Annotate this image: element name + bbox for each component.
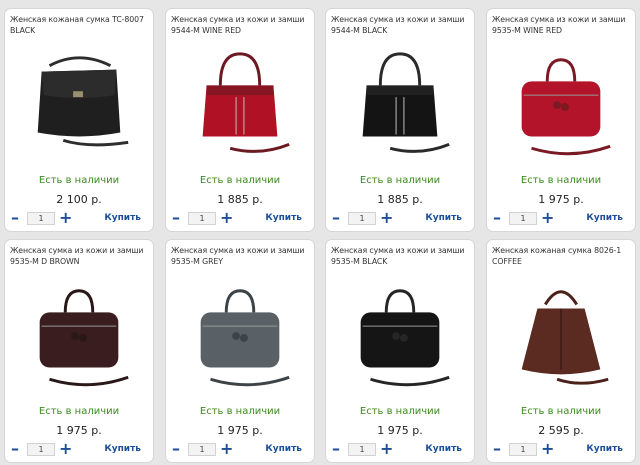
product-title[interactable]: Женская кожаная сумка 8026-1 COFFEE	[492, 245, 634, 267]
product-price: 1 975 р.	[377, 424, 423, 437]
availability-status: Есть в наличии	[38, 175, 120, 186]
product-image[interactable]	[174, 43, 306, 167]
product-title[interactable]: Женская сумка из кожи и замши 9535-M GRE…	[171, 245, 313, 267]
product-title[interactable]: Женская сумка из кожи и замши 9544-M WIN…	[171, 14, 313, 36]
product-price: 2 100 р.	[56, 193, 102, 206]
product-card: Женская сумка из кожи и замши 9535-M BLA…	[325, 239, 475, 463]
quantity-input[interactable]: 1	[348, 443, 376, 456]
quantity-increase-button[interactable]: +	[59, 210, 72, 226]
availability-status: Есть в наличии	[359, 175, 441, 186]
product-card: Женская кожаная сумка TC-8007 BLACK Есть…	[4, 8, 154, 232]
buy-button[interactable]: Купить	[265, 444, 302, 454]
buy-button[interactable]: Купить	[425, 444, 462, 454]
product-title[interactable]: Женская сумка из кожи и замши 9544-M BLA…	[331, 14, 473, 36]
quantity-increase-button[interactable]: +	[380, 210, 393, 226]
quantity-input[interactable]: 1	[188, 443, 216, 456]
product-image[interactable]	[495, 43, 627, 167]
product-card: Женская сумка из кожи и замши 9535-M GRE…	[165, 239, 315, 463]
buy-button[interactable]: Купить	[425, 213, 462, 223]
box-bag-icon	[502, 46, 620, 164]
quantity-input[interactable]: 1	[27, 443, 55, 456]
quantity-input[interactable]: 1	[348, 212, 376, 225]
availability-status: Есть в наличии	[520, 175, 602, 186]
buy-button[interactable]: Купить	[586, 444, 623, 454]
box-bag-icon	[181, 277, 299, 395]
quantity-decrease-button[interactable]: –	[330, 441, 342, 457]
quantity-increase-button[interactable]: +	[220, 441, 233, 457]
availability-status: Есть в наличии	[199, 406, 281, 417]
product-price: 1 975 р.	[56, 424, 102, 437]
product-title[interactable]: Женская сумка из кожи и замши 9535-M BLA…	[331, 245, 473, 267]
product-title[interactable]: Женская сумка из кожи и замши 9535-M D B…	[10, 245, 152, 267]
product-price: 1 975 р.	[538, 193, 584, 206]
quantity-increase-button[interactable]: +	[541, 210, 554, 226]
quantity-input[interactable]: 1	[509, 443, 537, 456]
product-price: 1 885 р.	[377, 193, 423, 206]
crossbody-bag-icon	[20, 46, 138, 164]
product-title[interactable]: Женская кожаная сумка TC-8007 BLACK	[10, 14, 152, 36]
product-card: Женская сумка из кожи и замши 9535-M WIN…	[486, 8, 636, 232]
product-card: Женская сумка из кожи и замши 9535-M D B…	[4, 239, 154, 463]
product-card: Женская кожаная сумка 8026-1 COFFEE Есть…	[486, 239, 636, 463]
handbag-icon	[341, 46, 459, 164]
hobo-bag-icon	[502, 277, 620, 395]
quantity-input[interactable]: 1	[509, 212, 537, 225]
product-price: 2 595 р.	[538, 424, 584, 437]
handbag-icon	[181, 46, 299, 164]
quantity-decrease-button[interactable]: –	[170, 210, 182, 226]
product-image[interactable]	[13, 274, 145, 398]
product-image[interactable]	[174, 274, 306, 398]
product-title[interactable]: Женская сумка из кожи и замши 9535-M WIN…	[492, 14, 634, 36]
product-image[interactable]	[495, 274, 627, 398]
product-price: 1 975 р.	[217, 424, 263, 437]
quantity-decrease-button[interactable]: –	[170, 441, 182, 457]
quantity-increase-button[interactable]: +	[380, 441, 393, 457]
buy-button[interactable]: Купить	[104, 213, 141, 223]
availability-status: Есть в наличии	[199, 175, 281, 186]
quantity-input[interactable]: 1	[27, 212, 55, 225]
buy-button[interactable]: Купить	[265, 213, 302, 223]
quantity-decrease-button[interactable]: –	[491, 210, 503, 226]
product-card: Женская сумка из кожи и замши 9544-M WIN…	[165, 8, 315, 232]
product-image[interactable]	[334, 274, 466, 398]
quantity-decrease-button[interactable]: –	[491, 441, 503, 457]
buy-button[interactable]: Купить	[104, 444, 141, 454]
product-image[interactable]	[13, 43, 145, 167]
availability-status: Есть в наличии	[520, 406, 602, 417]
availability-status: Есть в наличии	[38, 406, 120, 417]
quantity-decrease-button[interactable]: –	[9, 210, 21, 226]
quantity-input[interactable]: 1	[188, 212, 216, 225]
quantity-decrease-button[interactable]: –	[330, 210, 342, 226]
product-price: 1 885 р.	[217, 193, 263, 206]
availability-status: Есть в наличии	[359, 406, 441, 417]
product-card: Женская сумка из кожи и замши 9544-M BLA…	[325, 8, 475, 232]
buy-button[interactable]: Купить	[586, 213, 623, 223]
box-bag-icon	[341, 277, 459, 395]
quantity-decrease-button[interactable]: –	[9, 441, 21, 457]
product-image[interactable]	[334, 43, 466, 167]
box-bag-icon	[20, 277, 138, 395]
quantity-increase-button[interactable]: +	[59, 441, 72, 457]
quantity-increase-button[interactable]: +	[541, 441, 554, 457]
quantity-increase-button[interactable]: +	[220, 210, 233, 226]
